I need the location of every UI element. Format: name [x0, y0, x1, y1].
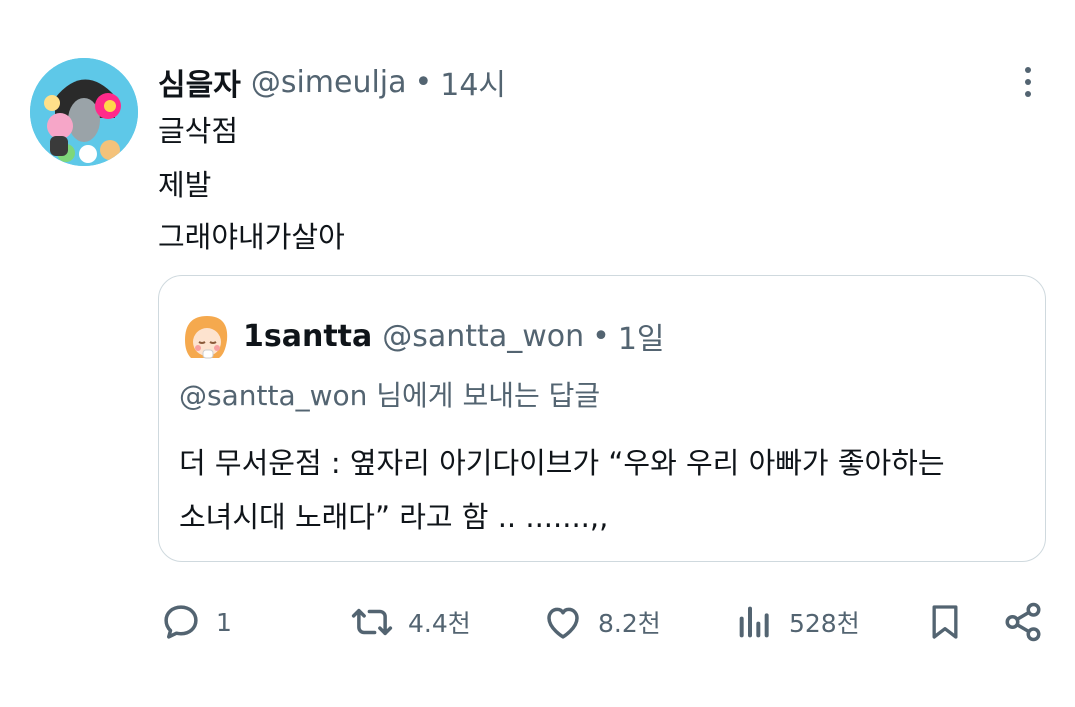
quoted-text-line: 소녀시대 노래다” 라고 함 .. .......,, [179, 500, 609, 534]
quoted-text-line: 더 무서운점 : 옆자리 아기다이브가 “우와 우리 아빠가 좋아하는 [179, 446, 945, 480]
like-count: 8.2천 [598, 609, 661, 638]
bookmark-icon [925, 600, 965, 644]
post-text-line: 글삭점 [158, 114, 239, 148]
post-timestamp[interactable]: 14시 [440, 60, 506, 104]
repost-icon [350, 601, 394, 643]
heart-icon [542, 601, 584, 643]
more-options-icon[interactable] [1010, 62, 1046, 102]
quoted-post-text: 더 무서운점 : 옆자리 아기다이브가 “우와 우리 아빠가 좋아하는 소녀시대… [179, 436, 945, 544]
views-icon [735, 601, 775, 643]
post-text-line: 그래야내가살아 [158, 220, 345, 254]
replying-to-label: @santta_won 님에게 보내는 답글 [179, 379, 601, 412]
quoted-author-display-name[interactable]: 1santta [243, 319, 372, 354]
author-handle[interactable]: @simeulja [251, 65, 407, 100]
share-button[interactable] [1002, 595, 1044, 649]
quoted-post-timestamp[interactable]: 1일 [618, 314, 665, 358]
bookmark-button[interactable] [925, 595, 965, 649]
repost-button[interactable]: 4.4천 [350, 595, 471, 649]
reply-icon [160, 601, 202, 643]
reply-count: 1 [216, 607, 232, 637]
quoted-author-avatar[interactable] [179, 310, 233, 364]
action-bar: 1 4.4천 8.2천 528천 [0, 595, 1075, 649]
author-avatar[interactable] [30, 58, 138, 166]
share-icon [1002, 600, 1044, 644]
like-button[interactable]: 8.2천 [542, 595, 661, 649]
views-count: 528천 [789, 609, 860, 638]
post-text-line: 제발 [158, 168, 212, 202]
author-display-name[interactable]: 심을자 [158, 60, 241, 104]
post-header: 심을자 @simeulja • 14시 [158, 60, 506, 104]
separator-dot: • [592, 318, 610, 354]
repost-count: 4.4천 [408, 609, 471, 638]
views-button[interactable]: 528천 [735, 595, 860, 649]
quoted-post-header: 1santta @santta_won • 1일 [243, 314, 665, 358]
separator-dot: • [414, 64, 433, 100]
quoted-author-handle[interactable]: @santta_won [382, 319, 584, 354]
quoted-post-card[interactable]: 1santta @santta_won • 1일 @santta_won 님에게… [158, 275, 1046, 562]
reply-button[interactable]: 1 [160, 595, 232, 649]
